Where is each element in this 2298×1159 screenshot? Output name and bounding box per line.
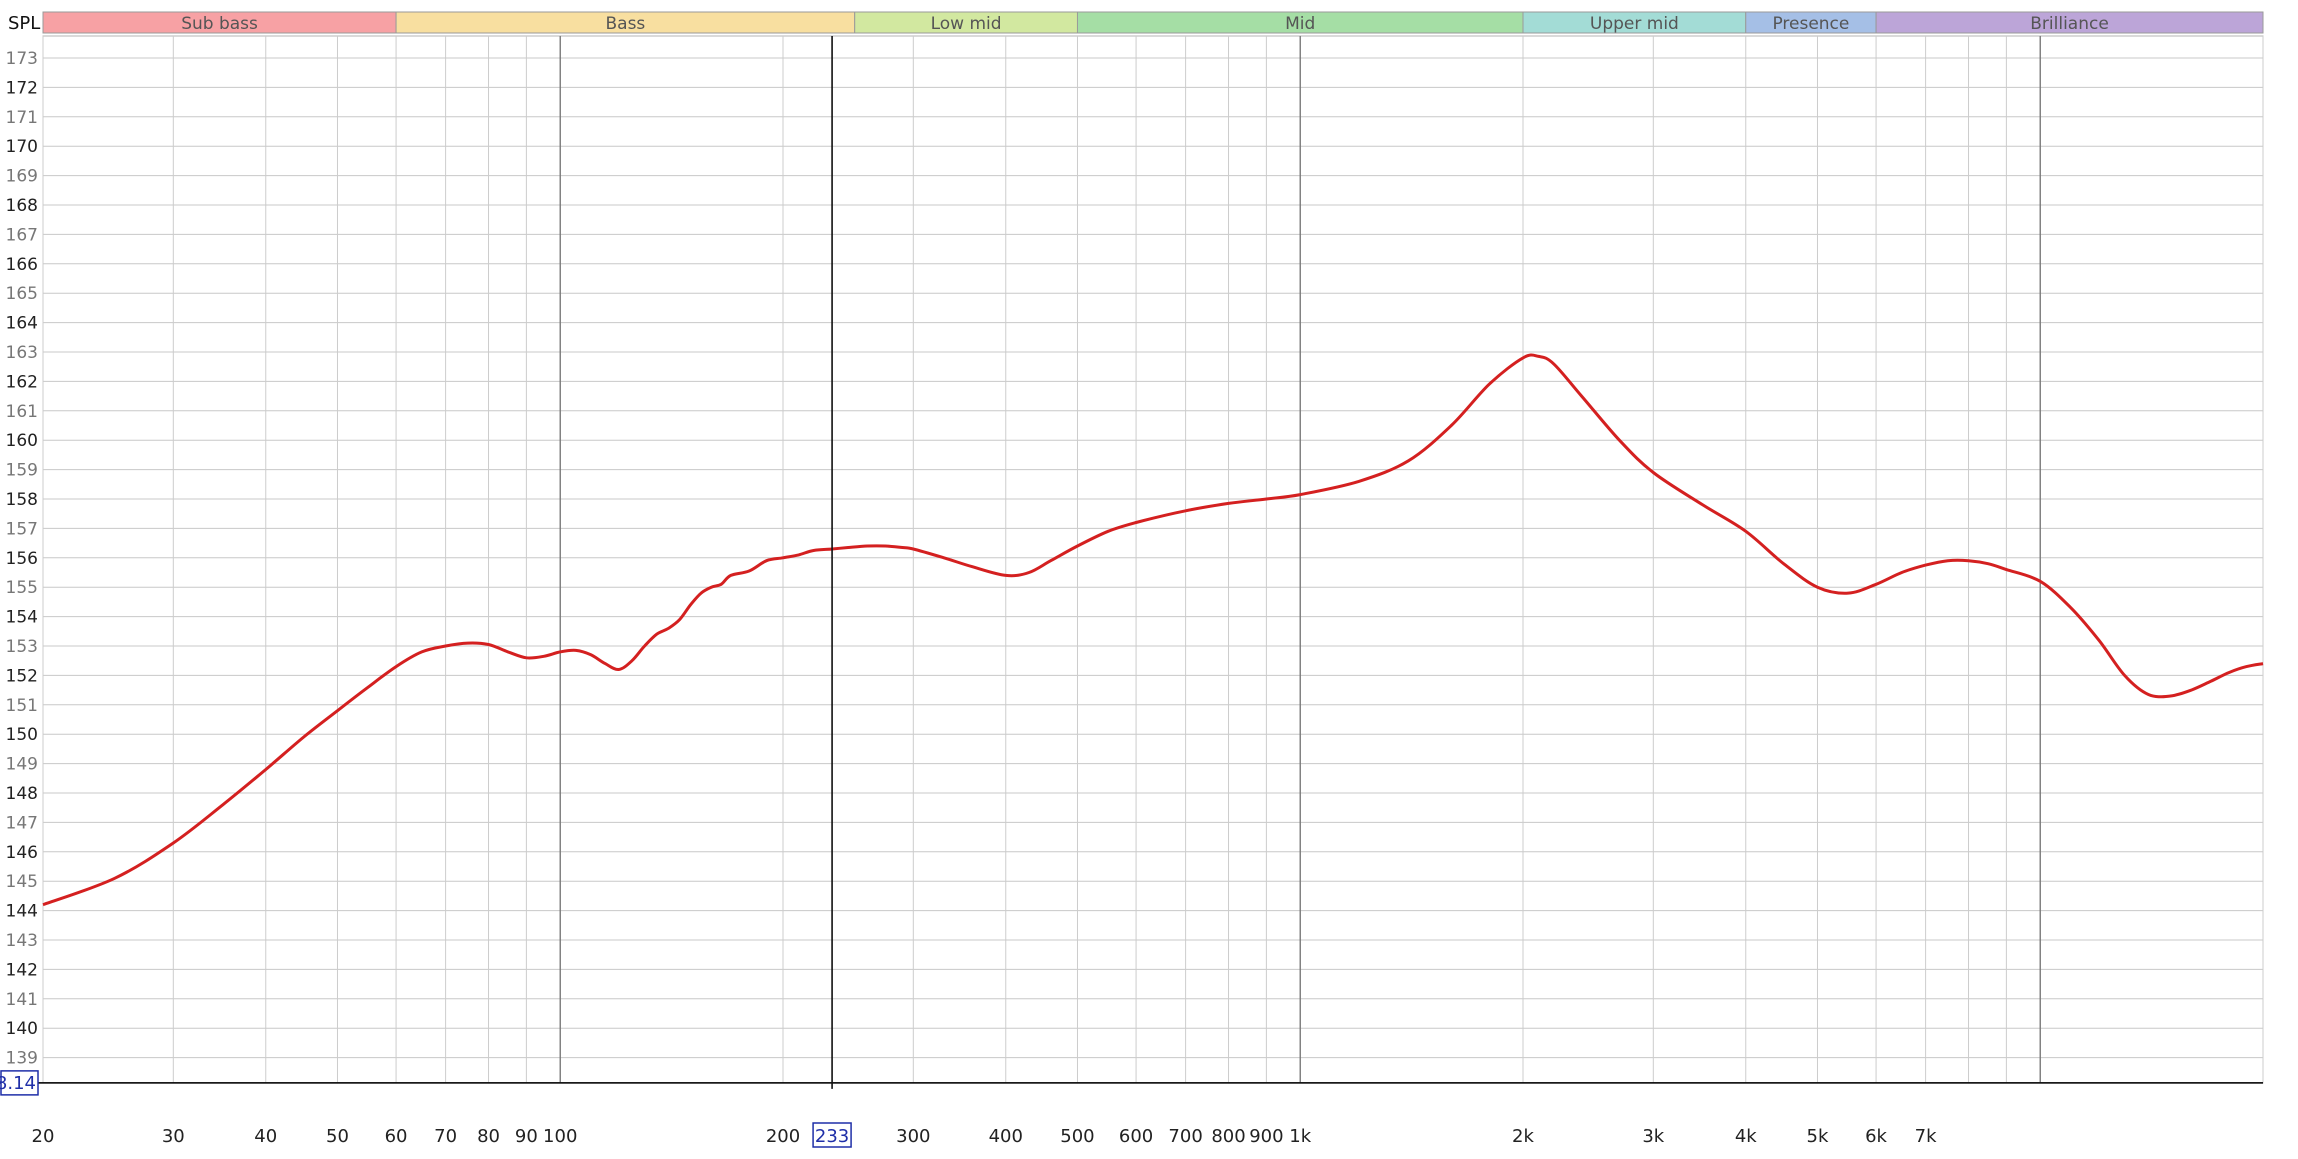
x-tick-label: 1k bbox=[1289, 1126, 1311, 1147]
x-tick-label: 500 bbox=[1060, 1126, 1094, 1147]
x-tick-label: 90 bbox=[515, 1126, 538, 1147]
x-tick-label: 800 bbox=[1211, 1126, 1245, 1147]
y-tick-label: 145 bbox=[6, 872, 38, 892]
y-tick-label: 142 bbox=[6, 960, 38, 980]
y-tick-label: 152 bbox=[6, 666, 38, 686]
y-tick-label: 172 bbox=[6, 78, 38, 98]
x-tick-label: 4k bbox=[1735, 1126, 1757, 1147]
y-tick-label: 147 bbox=[6, 813, 38, 833]
y-tick-label: 155 bbox=[6, 578, 38, 598]
x-tick-label: 80 bbox=[477, 1126, 500, 1147]
band-label-mid: Mid bbox=[1285, 14, 1315, 34]
y-tick-label: 157 bbox=[6, 519, 38, 539]
plot-area bbox=[42, 35, 2264, 1084]
x-tick-label: 200 bbox=[766, 1126, 800, 1147]
band-label-bass: Bass bbox=[605, 14, 645, 34]
y-tick-label: 164 bbox=[6, 314, 38, 334]
y-tick-label: 161 bbox=[6, 402, 38, 422]
y-tick-label: 148 bbox=[6, 784, 38, 804]
y-tick-label: 143 bbox=[6, 931, 38, 951]
y-tick-label: 153 bbox=[6, 637, 38, 657]
x-tick-label: 2k bbox=[1512, 1126, 1534, 1147]
y-tick-label: 173 bbox=[6, 49, 38, 69]
band-label-low-mid: Low mid bbox=[931, 14, 1002, 34]
y-tick-label: 154 bbox=[6, 608, 38, 628]
y-tick-label: 162 bbox=[6, 372, 38, 392]
y-tick-label: 141 bbox=[6, 990, 38, 1010]
x-tick-label: 7k bbox=[1915, 1126, 1937, 1147]
grid bbox=[0, 35, 2264, 1084]
y-tick-label: 165 bbox=[6, 284, 38, 304]
y-tick-label: 170 bbox=[6, 137, 38, 157]
band-label-sub-bass: Sub bass bbox=[181, 14, 258, 34]
y-axis-ticks: 139 140 141 142 143 144 145 146 147 148 149 150 151 1… bbox=[6, 49, 38, 1069]
y-tick-label: 140 bbox=[6, 1019, 38, 1039]
x-tick-label: 40 bbox=[254, 1126, 277, 1147]
band-label-brilliance: Brilliance bbox=[2030, 14, 2109, 34]
frequency-response-chart[interactable]: Sub bass Bass Low mid Mid Upper mid Presence B… bbox=[0, 0, 2298, 1159]
x-tick-label: 400 bbox=[989, 1126, 1023, 1147]
x-tick-label: 50 bbox=[326, 1126, 349, 1147]
y-tick-label: 139 bbox=[6, 1049, 38, 1069]
band-label-upper-mid: Upper mid bbox=[1590, 14, 1679, 34]
y-tick-label: 167 bbox=[6, 225, 38, 245]
frequency-band-header: Sub bass Bass Low mid Mid Upper mid Presence B… bbox=[42, 11, 2264, 34]
x-tick-label: 60 bbox=[385, 1126, 408, 1147]
x-tick-label: 5k bbox=[1807, 1126, 1829, 1147]
y-tick-label: 171 bbox=[6, 108, 38, 128]
x-tick-label: 100 bbox=[543, 1126, 577, 1147]
x-tick-label: 30 bbox=[162, 1126, 185, 1147]
x-axis-ticks: 20 30 40 50 60 70 80 90 100 200 300 400 500 600 700 800… bbox=[32, 1126, 1938, 1147]
y-tick-label: 144 bbox=[6, 902, 38, 922]
x-tick-label: 70 bbox=[434, 1126, 457, 1147]
y-tick-label: 159 bbox=[6, 461, 38, 481]
y-tick-label: 160 bbox=[6, 431, 38, 451]
y-axis-label: SPL bbox=[8, 13, 40, 34]
x-tick-label: 300 bbox=[896, 1126, 930, 1147]
y-tick-label: 150 bbox=[6, 725, 38, 745]
x-tick-label: 700 bbox=[1168, 1126, 1202, 1147]
y-tick-label: 156 bbox=[6, 549, 38, 569]
x-tick-label: 900 bbox=[1249, 1126, 1283, 1147]
y-tick-label: 158 bbox=[6, 490, 38, 510]
band-label-presence: Presence bbox=[1772, 14, 1849, 34]
y-tick-label: 151 bbox=[6, 696, 38, 716]
x-tick-label: 20 bbox=[32, 1126, 55, 1147]
y-tick-label: 169 bbox=[6, 167, 38, 187]
x-tick-label: 600 bbox=[1119, 1126, 1153, 1147]
y-tick-label: 146 bbox=[6, 843, 38, 863]
x-tick-label: 3k bbox=[1642, 1126, 1664, 1147]
y-tick-label: 149 bbox=[6, 755, 38, 775]
cursor-y-label: 8.14 bbox=[0, 1073, 36, 1094]
x-tick-label: 6k bbox=[1865, 1126, 1887, 1147]
cursor-x-label: 233 bbox=[815, 1126, 849, 1147]
y-tick-label: 163 bbox=[6, 343, 38, 363]
y-tick-label: 166 bbox=[6, 255, 38, 275]
y-tick-label: 168 bbox=[6, 196, 38, 216]
